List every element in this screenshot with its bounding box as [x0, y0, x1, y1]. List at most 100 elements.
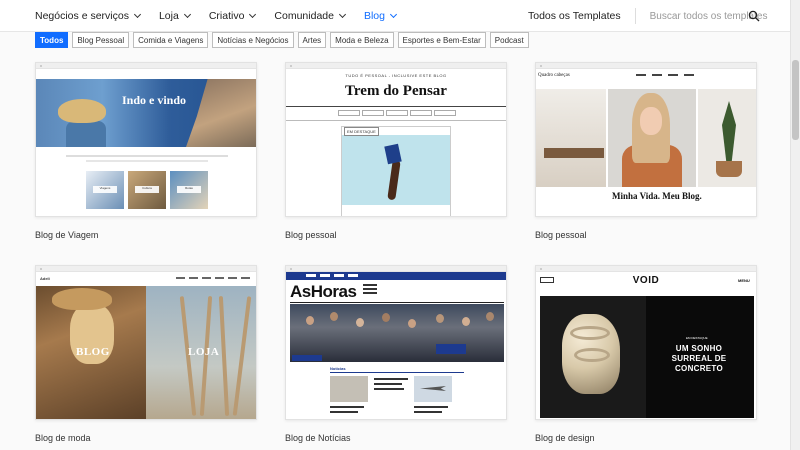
- logo-tagline: [363, 284, 377, 298]
- template-label[interactable]: Blog pessoal: [285, 230, 507, 240]
- head-shape: [408, 319, 416, 328]
- head-shape: [436, 314, 444, 323]
- preview-title: VOID: [632, 275, 660, 286]
- template-label[interactable]: Blog de design: [535, 433, 757, 443]
- browser-bar: [36, 63, 256, 69]
- preview-left-label: BLOG: [76, 346, 110, 358]
- nav-loja[interactable]: Loja: [158, 9, 191, 22]
- head-shape: [462, 317, 470, 326]
- template-label[interactable]: Blog pessoal: [535, 230, 757, 240]
- text-line: [414, 411, 442, 413]
- template-preview[interactable]: Indo e vindo Viagens Cultura Rotas: [35, 62, 257, 217]
- featured-badge: EM DESTAQUE: [344, 127, 379, 136]
- scrollbar-thumb[interactable]: [792, 60, 799, 140]
- head-shape: [382, 313, 390, 322]
- room-image: [536, 89, 606, 187]
- preview-headline: UM SONHO SURREAL DE CONCRETO: [671, 344, 727, 373]
- filter-esportes-bem-estar[interactable]: Esportes e Bem-Estar: [397, 32, 486, 48]
- page-scrollbar[interactable]: [790, 0, 800, 450]
- filter-blog-pessoal[interactable]: Blog Pessoal: [72, 32, 130, 48]
- preview-title: AsHoras: [290, 282, 357, 301]
- text-line: [330, 411, 358, 413]
- text-line: [330, 406, 364, 408]
- template-card: Indo e vindo Viagens Cultura Rotas Blog …: [35, 62, 257, 240]
- template-label[interactable]: Blog de moda: [35, 433, 257, 443]
- nav-label: Comunidade: [274, 9, 334, 22]
- knot-loop-shape: [574, 348, 610, 362]
- filter-todos[interactable]: Todos: [35, 32, 69, 48]
- filter-podcast[interactable]: Podcast: [489, 32, 529, 48]
- window-dots: [40, 65, 52, 67]
- category-filters: Todos Blog Pessoal Comida e Viagens Notí…: [35, 32, 529, 48]
- chevron-down-icon: [249, 10, 257, 18]
- filter-comida-viagens[interactable]: Comida e Viagens: [133, 32, 209, 48]
- window-dots: [40, 268, 52, 270]
- chevron-down-icon: [389, 10, 398, 18]
- nav-comunidade[interactable]: Comunidade: [274, 9, 347, 22]
- preview-thumbnail: Cultura: [128, 171, 166, 209]
- nav-negocios[interactable]: Negócios e serviços: [35, 9, 142, 22]
- template-preview[interactable]: Quadro cabeças Minha Vida. Meu Blog.: [535, 62, 757, 217]
- nav-blog[interactable]: Blog: [363, 9, 398, 22]
- preview-menu: [338, 110, 456, 116]
- head-shape: [356, 318, 364, 327]
- nav-label: Blog: [363, 9, 385, 22]
- preview-title: Minha Vida. Meu Blog.: [612, 191, 702, 201]
- template-card: Adeli BLOG LOJA Blog de moda: [35, 265, 257, 443]
- chevron-down-icon: [183, 10, 191, 18]
- preview-logo: Adeli: [40, 276, 50, 281]
- head-shape: [486, 312, 494, 321]
- search-icon[interactable]: [748, 10, 760, 22]
- nav-label: Loja: [158, 9, 179, 22]
- preview-menu: MENU: [738, 278, 750, 283]
- text-line: [86, 160, 208, 162]
- preview-title: Indo e vindo: [122, 93, 187, 107]
- preview-thumbnail: Rotas: [170, 171, 208, 209]
- rule-line: [290, 302, 504, 303]
- window-dots: [540, 65, 552, 67]
- window-dots: [290, 268, 302, 270]
- face-shape: [640, 107, 662, 135]
- template-card: Quadro cabeças Minha Vida. Meu Blog. Blo…: [535, 62, 757, 240]
- window-dots: [540, 268, 552, 270]
- crowd-image: [290, 304, 504, 362]
- all-templates-link[interactable]: Todos os Templates: [528, 10, 621, 22]
- thumbnail-label: Rotas: [177, 186, 201, 193]
- nav-divider: [634, 8, 636, 24]
- template-preview[interactable]: AsHoras Notícias: [285, 265, 507, 420]
- flag-shape: [436, 344, 466, 354]
- template-preview[interactable]: TUDO É PESSOAL - INCLUSIVE ESTE BLOG Tre…: [285, 62, 507, 217]
- nav-criativo[interactable]: Criativo: [208, 9, 257, 22]
- nav-right: Todos os Templates: [528, 0, 768, 32]
- rule-line: [330, 372, 464, 373]
- headline-tag: [292, 355, 322, 361]
- rule-line: [286, 120, 506, 121]
- head-shape: [330, 312, 338, 321]
- filter-noticias-negocios[interactable]: Notícias e Negócios: [212, 32, 294, 48]
- head-shape: [306, 316, 314, 325]
- template-preview[interactable]: Adeli BLOG LOJA: [35, 265, 257, 420]
- preview-logo: Quadro cabeças: [538, 73, 570, 78]
- news-thumbnail: [330, 376, 368, 402]
- template-card: TUDO É PESSOAL - INCLUSIVE ESTE BLOG Tre…: [285, 62, 507, 240]
- text-line: [374, 383, 402, 385]
- nav-label: Negócios e serviços: [35, 9, 129, 22]
- template-preview[interactable]: VOID MENU EM DESTAQUE UM SONHO SURREAL D…: [535, 265, 757, 420]
- browser-bar: [36, 266, 256, 272]
- thumbnail-label: Cultura: [135, 186, 159, 193]
- person-shape: [66, 121, 106, 147]
- window-dots: [290, 65, 302, 67]
- template-label[interactable]: Blog de Notícias: [285, 433, 507, 443]
- preview-menu: [176, 277, 250, 279]
- hat-shape: [58, 99, 106, 123]
- browser-bar: [286, 63, 506, 69]
- filter-moda-beleza[interactable]: Moda e Beleza: [330, 32, 394, 48]
- filter-artes[interactable]: Artes: [297, 32, 327, 48]
- nav-label: Criativo: [208, 9, 245, 22]
- thumbnail-label: Viagens: [93, 186, 117, 193]
- template-label[interactable]: Blog de Viagem: [35, 230, 257, 240]
- top-navigation: Negócios e serviços Loja Criativo Comuni…: [0, 0, 790, 32]
- text-line: [374, 378, 408, 380]
- preview-menu: [636, 74, 694, 76]
- chevron-down-icon: [133, 10, 142, 18]
